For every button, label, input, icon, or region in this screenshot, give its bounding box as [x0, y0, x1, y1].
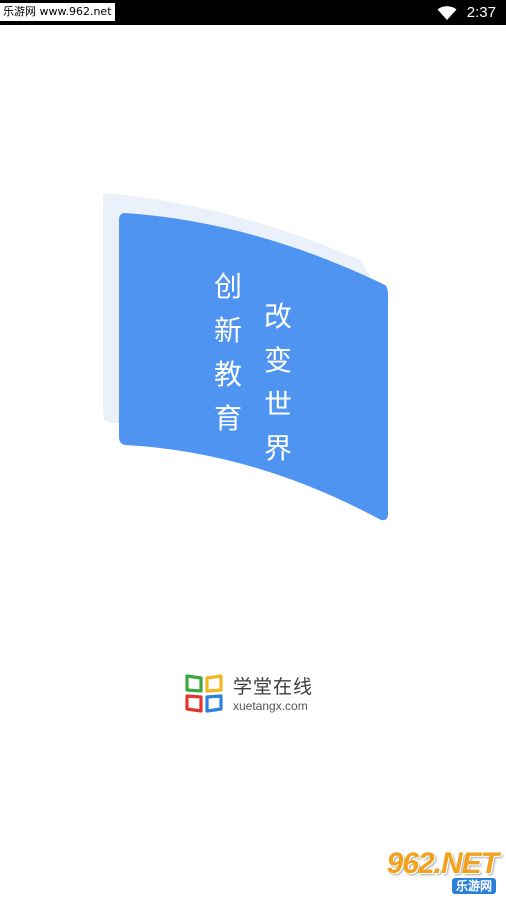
wifi-icon — [437, 5, 457, 20]
xuetangx-logo-icon — [185, 674, 223, 713]
status-time: 2:37 — [466, 4, 496, 21]
watermark-main: 962.NET — [386, 847, 499, 880]
slogan-char: 新 — [213, 314, 242, 347]
brand-logo: 学堂在线 xuetangx.com — [184, 673, 313, 715]
status-bar-right: 2:37 — [437, 0, 496, 25]
hero-graphic: 创 新 教 育 改 变 世 界 — [95, 190, 395, 525]
slogan-char: 界 — [263, 432, 292, 465]
watermark-sub: 乐游网 — [451, 878, 496, 894]
slogan-char: 创 — [213, 270, 242, 303]
watermark: 962.NET 乐游网 — [368, 848, 500, 894]
brand-url: xuetangx.com — [233, 699, 308, 713]
brand-text: 学堂在线 xuetangx.com — [233, 675, 313, 713]
slogan-right: 改 变 世 界 — [262, 295, 294, 471]
brand-name: 学堂在线 — [233, 676, 314, 698]
status-bar-left: 乐游网 www.962.net — [0, 3, 115, 21]
slogan-char: 变 — [263, 344, 292, 377]
status-bar: 乐游网 www.962.net 2:37 — [0, 0, 506, 25]
hero-cards — [103, 193, 388, 521]
slogan-char: 教 — [213, 358, 242, 391]
slogan-left: 创 新 教 育 — [212, 265, 244, 441]
slogan-char: 育 — [213, 402, 242, 435]
slogan-char: 改 — [263, 300, 292, 333]
slogan-char: 世 — [263, 388, 292, 421]
status-source-label: 乐游网 www.962.net — [0, 3, 115, 21]
